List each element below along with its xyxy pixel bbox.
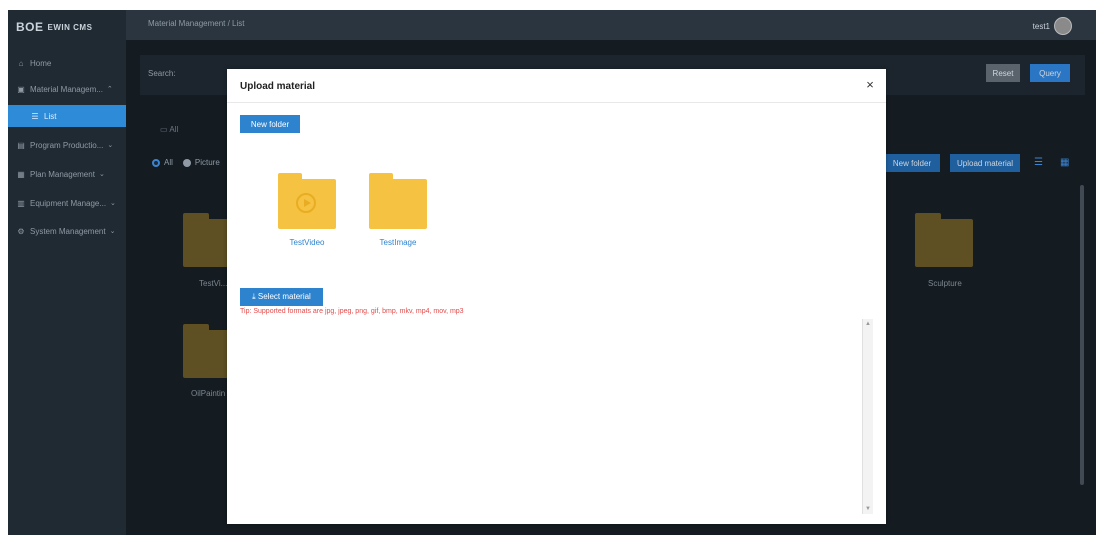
document-icon: ▤	[17, 140, 25, 150]
folder-icon: ▭	[160, 125, 168, 134]
sidebar-item-plan-management[interactable]: ▦ Plan Management ⌄	[8, 163, 126, 185]
bg-folder-label: TestVi...	[199, 279, 228, 288]
folder-path: ▭ All	[160, 125, 178, 134]
dialog-title: Upload material	[240, 81, 316, 92]
folder-testimage[interactable]	[369, 173, 427, 229]
radio-picture[interactable]	[182, 158, 191, 167]
sidebar-item-home[interactable]: ⌂ Home	[8, 52, 126, 74]
app-root: BOE EWIN CMS ⌂ Home ▣ Material Managem..…	[0, 0, 1096, 536]
chevron-down-icon: ⌄	[107, 142, 114, 149]
bg-folder[interactable]	[915, 213, 973, 267]
upload-list-scrollbar[interactable]: ▲ ▼	[862, 319, 873, 514]
sidebar: BOE EWIN CMS ⌂ Home ▣ Material Managem..…	[8, 10, 126, 535]
sidebar-item-equipment-management[interactable]: ▥ Equipment Manage... ⌄	[8, 192, 126, 214]
bg-folder-label: OilPaintin	[191, 389, 226, 398]
select-material-button[interactable]: ⤓ Select material	[240, 288, 323, 306]
logo: BOE EWIN CMS	[8, 10, 126, 44]
close-icon[interactable]: ×	[862, 77, 878, 93]
query-button[interactable]: Query	[1030, 64, 1070, 82]
radio-all-label: All	[164, 158, 173, 167]
gear-icon: ⚙	[17, 226, 25, 236]
chevron-down-icon: ⌄	[98, 171, 105, 178]
scroll-up-icon[interactable]: ▲	[863, 319, 873, 329]
image-icon: ▣	[17, 84, 25, 94]
sidebar-item-list[interactable]: ☰ List	[8, 105, 126, 127]
folder-testvideo[interactable]	[278, 173, 336, 229]
sidebar-item-label: Home	[30, 58, 52, 68]
page-scrollbar[interactable]	[1080, 185, 1084, 485]
top-bar	[126, 10, 1096, 40]
radio-picture-label: Picture	[194, 158, 220, 167]
list-icon: ☰	[31, 111, 39, 121]
sidebar-item-label: System Management	[30, 226, 106, 236]
calendar-icon: ▦	[17, 169, 25, 179]
play-icon	[296, 193, 316, 213]
upload-material-button[interactable]: Upload material	[950, 154, 1020, 172]
chevron-down-icon: ⌄	[109, 228, 116, 235]
format-tip: Tip: Supported formats are jpg, jpeg, pn…	[240, 308, 464, 315]
sidebar-item-label: Equipment Manage...	[30, 198, 107, 208]
chevron-down-icon: ⌄	[110, 200, 116, 207]
device-icon: ▥	[17, 198, 25, 208]
sidebar-item-label: Program Productio...	[30, 140, 104, 150]
type-filter: All Picture	[152, 158, 220, 167]
search-label: Search:	[148, 69, 176, 78]
upload-list	[240, 319, 863, 514]
sidebar-item-material-management[interactable]: ▣ Material Managem... ⌃	[8, 78, 126, 100]
list-view-icon[interactable]: ☰	[1034, 157, 1043, 168]
sidebar-item-program-production[interactable]: ▤ Program Productio... ⌄	[8, 134, 126, 156]
reset-button[interactable]: Reset	[986, 64, 1020, 82]
sidebar-item-label: List	[44, 111, 57, 121]
new-folder-button-bg[interactable]: New folder	[884, 154, 940, 172]
upload-material-dialog: Upload material × New folder TestVideo T…	[227, 69, 886, 524]
chevron-up-icon: ⌃	[106, 86, 113, 93]
new-folder-button[interactable]: New folder	[240, 115, 300, 133]
home-icon: ⌂	[18, 58, 24, 68]
folder-label[interactable]: TestImage	[363, 238, 433, 247]
username: test1	[1032, 21, 1050, 31]
sidebar-item-label: Material Managem...	[30, 84, 103, 94]
avatar[interactable]	[1054, 17, 1072, 35]
scroll-down-icon[interactable]: ▼	[863, 504, 873, 514]
bg-folder-label: Sculpture	[928, 279, 962, 288]
sidebar-item-system-management[interactable]: ⚙ System Management ⌄	[8, 220, 126, 242]
logo-brand: BOE	[16, 20, 44, 34]
grid-view-icon[interactable]: ▦	[1060, 157, 1069, 168]
user-menu[interactable]: test1	[1033, 17, 1072, 35]
radio-all[interactable]	[152, 158, 160, 167]
sidebar-item-label: Plan Management	[30, 169, 95, 179]
breadcrumb: Material Management / List	[148, 19, 245, 28]
logo-subtitle: EWIN CMS	[47, 22, 93, 32]
folder-label[interactable]: TestVideo	[272, 238, 342, 247]
divider	[227, 102, 886, 103]
folder-path-label: All	[169, 125, 179, 134]
